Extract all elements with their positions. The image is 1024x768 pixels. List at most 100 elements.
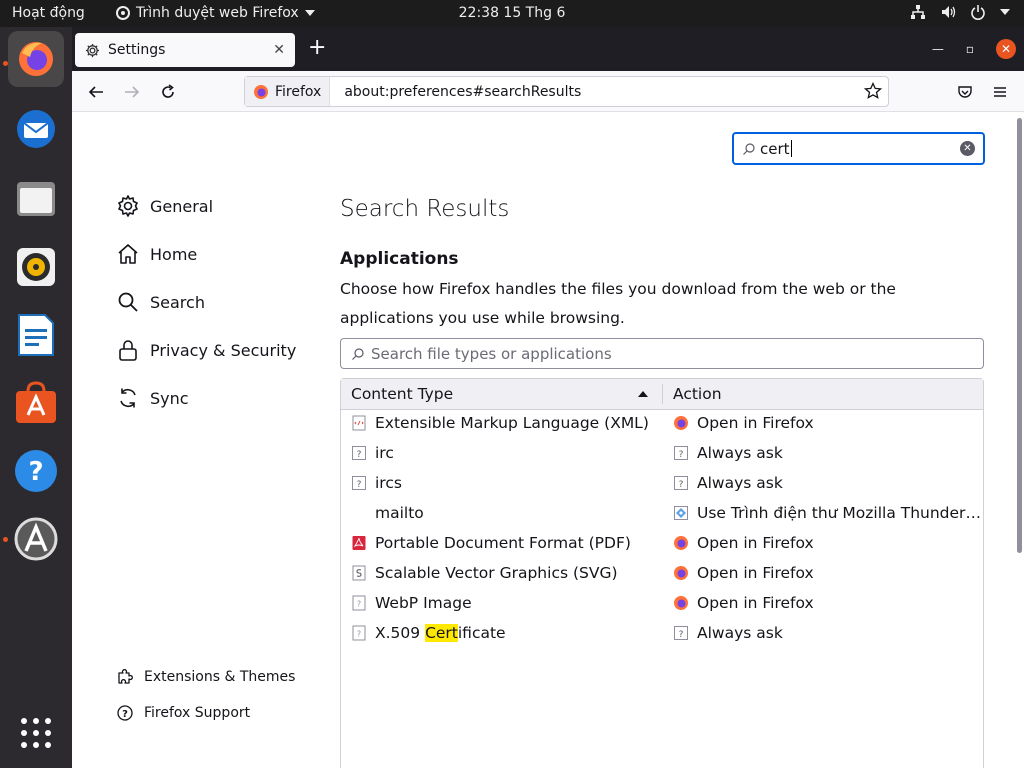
close-window-button[interactable]: ✕ (996, 39, 1016, 59)
table-row[interactable]: ? X.509 Certificate ? Always ask (341, 620, 983, 650)
ask-icon: ? (674, 476, 688, 490)
system-tray[interactable] (910, 4, 1010, 20)
forward-button[interactable] (121, 81, 143, 103)
sidebar-item-home[interactable]: Home (116, 242, 316, 266)
column-header-action[interactable]: Action (673, 385, 722, 403)
table-row[interactable]: mailto Use Trình điện thư Mozilla Thunde… (341, 500, 983, 530)
content-type-label: Extensible Markup Language (XML) (375, 414, 649, 432)
filter-search-input[interactable]: Search file types or applications (340, 338, 984, 369)
page-title: Search Results (340, 196, 510, 222)
content-type-label: mailto (375, 504, 424, 522)
url-text[interactable]: about:preferences#searchResults (330, 84, 581, 100)
reload-icon (162, 84, 174, 98)
sidebar-item-label: Privacy & Security (150, 340, 297, 360)
action-cell[interactable]: ? Always ask (673, 444, 981, 462)
dock-files[interactable] (8, 171, 64, 227)
firefox-icon (674, 416, 688, 430)
gear-icon (85, 43, 100, 57)
ubuntu-dock: ? (0, 27, 72, 768)
table-header: Content Type Action (341, 379, 983, 410)
bookmark-star-icon[interactable] (863, 81, 883, 104)
sidebar-item-label: Extensions & Themes (144, 669, 296, 685)
content-type-cell: ? WebP Image (351, 594, 472, 612)
firefox-icon (674, 596, 688, 610)
running-indicator (3, 537, 8, 542)
dock-help[interactable]: ? (8, 443, 64, 499)
sidebar-item-extensions-themes[interactable]: Extensions & Themes (116, 668, 316, 686)
section-title: Applications (340, 249, 459, 269)
action-cell[interactable]: ? Always ask (673, 474, 981, 492)
puzzle-icon (118, 669, 133, 684)
clock[interactable]: 22:38 15 Thg 6 (0, 5, 1024, 21)
svg-file-icon (352, 565, 366, 581)
dock-rhythmbox[interactable] (8, 239, 64, 295)
table-row[interactable]: Scalable Vector Graphics (SVG) Open in F… (341, 560, 983, 590)
sidebar-item-sync[interactable]: Sync (116, 386, 316, 410)
pocket-button[interactable] (954, 81, 976, 103)
dock-libreoffice-writer[interactable] (8, 307, 64, 363)
action-label: Use Trình điện thư Mozilla Thunderbird (697, 504, 981, 522)
column-divider[interactable] (662, 384, 663, 404)
sort-ascending-icon (638, 391, 648, 397)
action-label: Open in Firefox (697, 414, 814, 432)
search-highlight: Cert (425, 624, 458, 642)
content-type-cell: mailto (351, 504, 424, 522)
preferences-content: cert ✕ General Home Search Privacy & Sec… (72, 112, 1024, 768)
minimize-button[interactable]: — (932, 42, 944, 56)
folder-icon (17, 182, 55, 216)
action-cell[interactable]: Open in Firefox (673, 414, 981, 432)
url-bar[interactable]: Firefox about:preferences#searchResults (244, 76, 889, 107)
action-cell[interactable]: Use Trình điện thư Mozilla Thunderbird (673, 504, 981, 522)
sync-icon (120, 388, 136, 408)
sidebar-item-search[interactable]: Search (116, 290, 316, 314)
action-label: Open in Firefox (697, 534, 814, 552)
page-scrollbar[interactable] (1017, 118, 1022, 553)
navigation-toolbar: Firefox about:preferences#searchResults (72, 71, 1024, 112)
unknown-file-icon: ? (352, 476, 366, 490)
generic-file-icon: ? (352, 595, 366, 611)
action-cell[interactable]: Open in Firefox (673, 534, 981, 552)
home-icon (118, 244, 138, 264)
action-label: Always ask (697, 474, 783, 492)
action-cell[interactable]: ? Always ask (673, 624, 981, 642)
help-icon: ? (15, 450, 57, 492)
svg-text:?: ? (357, 480, 362, 490)
app-grid-icon (21, 718, 51, 748)
table-row[interactable]: ? ircs ? Always ask (341, 470, 983, 500)
column-header-content-type[interactable]: Content Type (351, 385, 453, 403)
table-row[interactable]: Portable Document Format (PDF) Open in F… (341, 530, 983, 560)
sidebar-item-label: General (150, 196, 214, 216)
tab-settings[interactable]: Settings ✕ (75, 33, 295, 67)
reload-button[interactable] (157, 81, 179, 103)
sidebar-item-label: Search (150, 292, 205, 312)
clear-search-icon[interactable]: ✕ (960, 141, 975, 156)
action-cell[interactable]: Open in Firefox (673, 594, 981, 612)
running-indicator (3, 61, 8, 66)
maximize-button[interactable]: ▫ (966, 42, 974, 56)
dock-show-apps[interactable] (8, 705, 64, 761)
table-row[interactable]: ? irc ? Always ask (341, 440, 983, 470)
new-tab-button[interactable]: + (308, 37, 326, 59)
table-row[interactable]: ? WebP Image Open in Firefox (341, 590, 983, 620)
dock-thunderbird[interactable] (8, 101, 64, 157)
preferences-search-input[interactable]: cert ✕ (732, 132, 985, 165)
tab-strip: Settings ✕ + — ▫ ✕ (72, 27, 1024, 71)
sidebar-item-firefox-support[interactable]: ? Firefox Support (116, 704, 316, 722)
content-type-label: irc (375, 444, 394, 462)
content-type-label-suffix: ificate (457, 624, 506, 642)
dock-software-updater[interactable] (8, 511, 64, 567)
close-tab-icon[interactable]: ✕ (273, 42, 285, 58)
action-cell[interactable]: Open in Firefox (673, 564, 981, 582)
lock-icon (119, 340, 137, 361)
tab-title: Settings (108, 42, 166, 58)
identity-box[interactable]: Firefox (245, 77, 331, 106)
sidebar-item-privacy-security[interactable]: Privacy & Security (116, 338, 316, 362)
dock-firefox[interactable] (8, 31, 64, 87)
back-button[interactable] (85, 81, 107, 103)
app-menu-button[interactable] (989, 81, 1011, 103)
filter-placeholder: Search file types or applications (371, 344, 612, 363)
table-row[interactable]: Extensible Markup Language (XML) Open in… (341, 410, 983, 440)
identity-label: Firefox (275, 83, 322, 100)
sidebar-item-general[interactable]: General (116, 194, 316, 218)
dock-app-center[interactable] (8, 375, 64, 431)
